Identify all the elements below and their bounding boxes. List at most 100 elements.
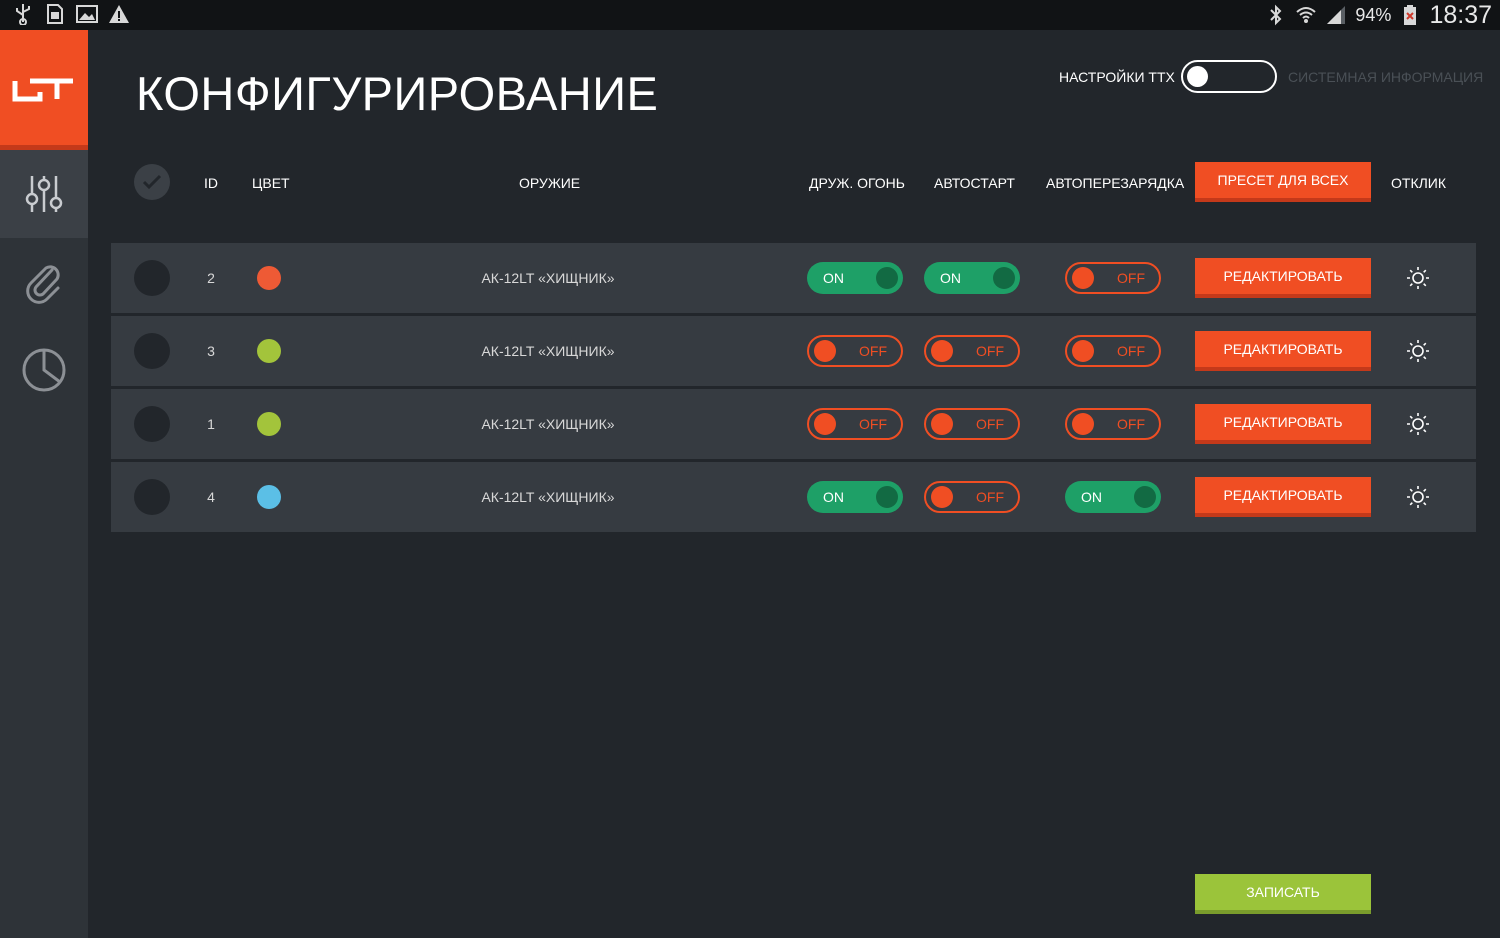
row-weapon: АК-12LT «ХИЩНИК»	[481, 416, 615, 432]
brightness-icon[interactable]	[1406, 485, 1430, 509]
brightness-icon[interactable]	[1406, 412, 1430, 436]
weapons-table: 2 АК-12LT «ХИЩНИК» ON ON OFF РЕДАКТИРОВА…	[111, 243, 1476, 535]
switch-label: OFF	[859, 416, 887, 432]
row-color-dot	[257, 412, 281, 436]
autoreload-switch[interactable]: ON	[1065, 481, 1161, 513]
switch-knob	[931, 340, 953, 362]
row-id: 3	[207, 343, 215, 359]
autoreload-switch[interactable]: OFF	[1065, 262, 1161, 294]
friendly-fire-switch[interactable]: OFF	[807, 408, 903, 440]
column-header-autostart: АВТОСТАРТ	[934, 175, 1015, 191]
wifi-icon	[1295, 4, 1317, 26]
app-logo[interactable]	[0, 30, 88, 150]
switch-knob	[931, 486, 953, 508]
column-header-weapon: ОРУЖИЕ	[519, 175, 581, 191]
friendly-fire-switch[interactable]: ON	[807, 262, 903, 294]
row-select-checkbox[interactable]	[134, 260, 170, 296]
switch-knob	[1072, 340, 1094, 362]
lt-logo-icon	[12, 78, 73, 102]
autoreload-switch[interactable]: OFF	[1065, 335, 1161, 367]
friendly-fire-switch[interactable]: ON	[807, 481, 903, 513]
switch-label: OFF	[1117, 416, 1145, 432]
clock: 18:37	[1429, 0, 1492, 29]
switch-knob	[1072, 267, 1094, 289]
sidebar	[0, 30, 88, 938]
row-id: 1	[207, 416, 215, 432]
table-row: 4 АК-12LT «ХИЩНИК» ON OFF ON РЕДАКТИРОВА…	[111, 462, 1476, 532]
sysinfo-label[interactable]: СИСТЕМНАЯ ИНФОРМАЦИЯ	[1288, 69, 1483, 85]
row-select-checkbox[interactable]	[134, 479, 170, 515]
toggle-knob	[1187, 66, 1208, 87]
autostart-switch[interactable]: OFF	[924, 481, 1020, 513]
sim-icon	[44, 3, 66, 25]
sliders-icon	[25, 176, 63, 212]
row-id: 2	[207, 270, 215, 286]
row-select-checkbox[interactable]	[134, 333, 170, 369]
row-weapon: АК-12LT «ХИЩНИК»	[481, 343, 615, 359]
switch-label: ON	[1081, 489, 1102, 505]
column-header-id: ID	[204, 175, 218, 191]
autostart-switch[interactable]: ON	[924, 262, 1020, 294]
ttx-sysinfo-toggle[interactable]	[1181, 60, 1277, 93]
status-bar: 94% 18:37	[0, 0, 1500, 30]
switch-label: OFF	[976, 343, 1004, 359]
brightness-icon[interactable]	[1406, 339, 1430, 363]
signal-icon	[1325, 4, 1347, 26]
warning-icon	[108, 3, 130, 25]
edit-button[interactable]: РЕДАКТИРОВАТЬ	[1195, 331, 1371, 371]
check-icon	[142, 174, 162, 190]
nav-item-statistics[interactable]	[0, 326, 88, 414]
switch-label: OFF	[1117, 270, 1145, 286]
friendly-fire-switch[interactable]: OFF	[807, 335, 903, 367]
column-header-color: ЦВЕТ	[252, 175, 290, 191]
battery-icon	[1399, 4, 1421, 26]
table-row: 3 АК-12LT «ХИЩНИК» OFF OFF OFF РЕДАКТИРО…	[111, 316, 1476, 386]
switch-knob	[993, 267, 1015, 289]
pie-chart-icon	[22, 348, 66, 392]
column-header-autoreload: АВТОПЕРЕЗАРЯДКА	[1046, 175, 1185, 191]
column-header-friendly-fire: ДРУЖ. ОГОНЬ	[809, 175, 905, 191]
select-all-checkbox[interactable]	[134, 164, 170, 200]
brightness-icon[interactable]	[1406, 266, 1430, 290]
switch-knob	[814, 413, 836, 435]
switch-knob	[814, 340, 836, 362]
switch-label: ON	[940, 270, 961, 286]
switch-knob	[1072, 413, 1094, 435]
switch-knob	[931, 413, 953, 435]
row-color-dot	[257, 485, 281, 509]
preset-for-all-button[interactable]: ПРЕСЕТ ДЛЯ ВСЕХ	[1195, 162, 1371, 202]
switch-label: OFF	[859, 343, 887, 359]
page-title: КОНФИГУРИРОВАНИЕ	[136, 67, 659, 120]
edit-button[interactable]: РЕДАКТИРОВАТЬ	[1195, 477, 1371, 517]
switch-label: OFF	[976, 416, 1004, 432]
bluetooth-icon	[1265, 4, 1287, 26]
switch-label: OFF	[976, 489, 1004, 505]
save-button[interactable]: ЗАПИСАТЬ	[1195, 874, 1371, 914]
switch-label: OFF	[1117, 343, 1145, 359]
switch-knob	[1134, 486, 1156, 508]
table-row: 1 АК-12LT «ХИЩНИК» OFF OFF OFF РЕДАКТИРО…	[111, 389, 1476, 459]
row-weapon: АК-12LT «ХИЩНИК»	[481, 489, 615, 505]
autostart-switch[interactable]: OFF	[924, 335, 1020, 367]
edit-button[interactable]: РЕДАКТИРОВАТЬ	[1195, 404, 1371, 444]
nav-item-attachments[interactable]	[0, 238, 88, 326]
row-select-checkbox[interactable]	[134, 406, 170, 442]
autostart-switch[interactable]: OFF	[924, 408, 1020, 440]
table-row: 2 АК-12LT «ХИЩНИК» ON ON OFF РЕДАКТИРОВА…	[111, 243, 1476, 313]
column-header-response: ОТКЛИК	[1391, 175, 1447, 191]
row-id: 4	[207, 489, 215, 505]
usb-icon	[12, 3, 34, 25]
switch-knob	[876, 267, 898, 289]
ttx-settings-label[interactable]: НАСТРОЙКИ ТТХ	[1059, 69, 1175, 85]
row-color-dot	[257, 266, 281, 290]
switch-label: ON	[823, 489, 844, 505]
switch-knob	[876, 486, 898, 508]
nav-item-configuration[interactable]	[0, 150, 88, 238]
paperclip-icon	[26, 265, 60, 304]
row-weapon: АК-12LT «ХИЩНИК»	[481, 270, 615, 286]
switch-label: ON	[823, 270, 844, 286]
edit-button[interactable]: РЕДАКТИРОВАТЬ	[1195, 258, 1371, 298]
autoreload-switch[interactable]: OFF	[1065, 408, 1161, 440]
battery-level: 94%	[1355, 4, 1392, 25]
row-color-dot	[257, 339, 281, 363]
